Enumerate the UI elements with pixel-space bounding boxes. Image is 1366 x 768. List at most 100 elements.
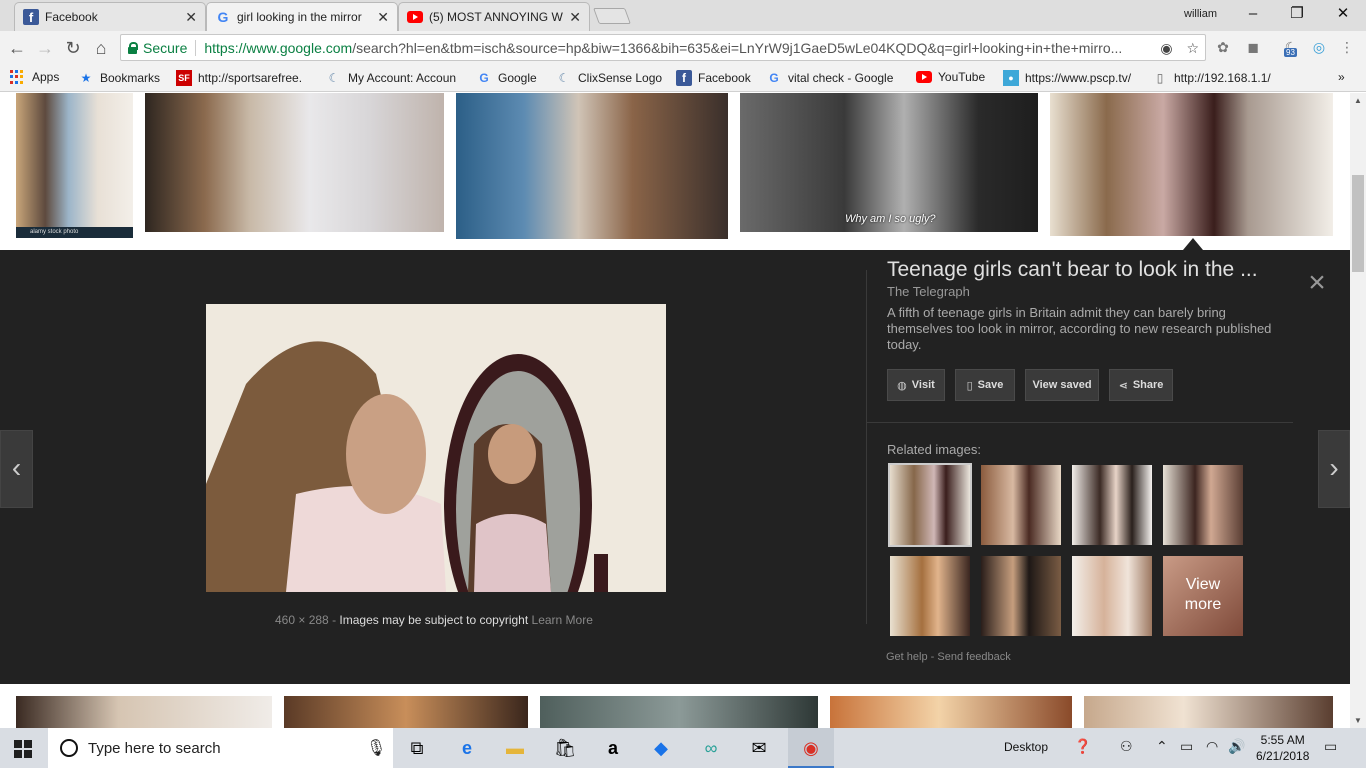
result-thumbnail[interactable] [456, 93, 728, 239]
bookmark-vital-check[interactable]: G vital check - Google [766, 70, 893, 86]
address-bar[interactable]: Secure https://www.google.com /search?hl… [120, 34, 1206, 61]
bookmark-bookmarks[interactable]: ★ Bookmarks [78, 70, 160, 86]
send-feedback-link[interactable]: Send feedback [937, 651, 1010, 663]
action-center-icon[interactable]: ▭ [1324, 738, 1337, 755]
next-image-button[interactable]: › [1318, 430, 1350, 508]
forward-icon[interactable]: → [34, 37, 56, 59]
related-image[interactable] [981, 556, 1061, 636]
bookmark-facebook[interactable]: f Facebook [676, 70, 751, 86]
back-icon[interactable]: ← [6, 37, 28, 59]
bookmark-youtube[interactable]: YouTube [916, 70, 985, 84]
dropbox-icon[interactable]: ◆ [648, 736, 674, 760]
scroll-up-icon[interactable]: ▲ [1354, 96, 1362, 105]
volume-icon[interactable]: 🔊 [1228, 738, 1245, 755]
mail-icon[interactable]: ✉ [746, 736, 772, 760]
result-thumbnail[interactable] [16, 93, 133, 238]
store-icon[interactable]: 🛍 [552, 736, 578, 760]
related-image[interactable] [981, 465, 1061, 545]
edge-icon[interactable]: e [454, 736, 480, 760]
bookmark-google[interactable]: G Google [476, 70, 536, 86]
extension-puzzle-icon[interactable]: ✿ [1214, 38, 1232, 56]
share-label: Share [1132, 379, 1164, 391]
result-thumbnail[interactable] [830, 696, 1072, 728]
menu-icon[interactable]: ⋮ [1338, 38, 1356, 56]
result-thumbnail[interactable] [740, 93, 1038, 232]
home-icon[interactable]: ⌂ [90, 37, 112, 59]
scroll-down-icon[interactable]: ▼ [1354, 716, 1362, 725]
bookmarks-overflow-button[interactable]: » [1338, 70, 1345, 84]
tab-youtube[interactable]: (5) MOST ANNOYING WI ✕ [398, 2, 590, 31]
location-icon[interactable]: ◉ [1160, 40, 1172, 56]
tab-facebook[interactable]: f Facebook ✕ [14, 2, 206, 31]
result-thumbnail[interactable] [145, 93, 444, 232]
footer-separator: - [930, 651, 935, 663]
view-saved-button[interactable]: View saved [1025, 369, 1099, 401]
help-icon[interactable]: ❓ [1074, 738, 1091, 755]
result-title[interactable]: Teenage girls can't bear to look in the … [887, 258, 1258, 282]
close-icon[interactable]: ✕ [377, 9, 389, 26]
infinity-icon[interactable]: ∞ [698, 736, 724, 760]
visit-button[interactable]: ◍ Visit [887, 369, 945, 401]
minimize-icon[interactable]: – [1238, 4, 1268, 24]
visit-label: Visit [911, 379, 935, 391]
related-image[interactable] [1072, 465, 1152, 545]
file-explorer-icon[interactable]: ▬ [502, 736, 528, 760]
close-panel-icon[interactable]: × [1304, 268, 1330, 298]
result-thumbnail[interactable] [1084, 696, 1333, 728]
system-clock[interactable]: 5:55 AM 6/21/2018 [1256, 732, 1309, 764]
bookmark-my-account[interactable]: ☾ My Account: Accoun [326, 70, 456, 86]
sf-icon: SF [176, 70, 192, 86]
related-image[interactable] [1163, 465, 1243, 545]
share-button[interactable]: ⋖ Share [1109, 369, 1173, 401]
bookmarks-bar: Apps ★ Bookmarks SF http://sportsarefree… [0, 64, 1366, 92]
reload-icon[interactable]: ↻ [62, 37, 84, 59]
result-thumbnail[interactable] [540, 696, 818, 728]
save-button[interactable]: ▯ Save [955, 369, 1015, 401]
learn-more-link[interactable]: Learn More [532, 613, 593, 627]
view-more-button[interactable]: View more [1163, 556, 1243, 636]
bookmark-star-icon[interactable]: ☆ [1186, 40, 1199, 56]
desktop-toolbar-label[interactable]: Desktop [1004, 740, 1048, 754]
taskbar-search[interactable]: Type here to search 🎙 [48, 728, 393, 768]
related-image[interactable] [888, 463, 972, 547]
new-tab-button[interactable] [593, 8, 631, 24]
result-thumbnail[interactable] [284, 696, 528, 728]
profile-name[interactable]: william [1184, 8, 1217, 20]
scrollbar-thumb[interactable] [1352, 175, 1364, 272]
result-source[interactable]: The Telegraph [887, 284, 970, 299]
task-view-icon[interactable]: ⧉ [404, 736, 430, 760]
wifi-icon[interactable]: ◠ [1206, 738, 1218, 755]
bookmark-sportsarefree[interactable]: SF http://sportsarefree. [176, 70, 302, 86]
google-icon: G [479, 71, 489, 85]
show-hidden-icons[interactable]: ⌃ [1156, 738, 1168, 755]
preview-image[interactable] [206, 304, 666, 592]
result-thumbnail[interactable] [16, 696, 272, 728]
amazon-icon[interactable]: a [600, 736, 626, 760]
microphone-icon[interactable]: 🎙 [366, 738, 386, 758]
related-image[interactable] [890, 556, 970, 636]
get-help-link[interactable]: Get help [886, 651, 928, 663]
bookmark-label: http://sportsarefree. [198, 71, 303, 85]
bookmark-clixsense-logo[interactable]: ☾ ClixSense Logo [556, 70, 662, 86]
lock-icon [127, 41, 138, 54]
result-thumbnail-selected[interactable] [1050, 93, 1333, 236]
bookmark-apps[interactable]: Apps [10, 70, 59, 84]
related-image[interactable] [1072, 556, 1152, 636]
bookmark-router[interactable]: ▯ http://192.168.1.1/ [1152, 70, 1271, 86]
tab-google-images[interactable]: G girl looking in the mirror ✕ [206, 2, 398, 31]
close-icon[interactable]: ✕ [569, 9, 581, 26]
tab-title: girl looking in the mirror [237, 10, 362, 24]
close-icon[interactable]: ✕ [185, 9, 197, 26]
people-icon[interactable]: ⚇ [1120, 738, 1133, 755]
extension-record-icon[interactable]: ◼ [1244, 38, 1262, 56]
view-more-label-1: View [1185, 576, 1221, 593]
close-window-icon[interactable]: ✕ [1328, 4, 1358, 24]
chrome-icon[interactable]: ◉ [798, 736, 824, 760]
windows-start-icon[interactable] [14, 740, 32, 758]
maximize-icon[interactable]: ❐ [1282, 4, 1312, 24]
bookmark-label: http://192.168.1.1/ [1174, 71, 1271, 85]
extension-cycle-icon[interactable]: ◎ [1310, 38, 1328, 56]
battery-icon[interactable]: ▭ [1180, 738, 1193, 755]
bookmark-pscp[interactable]: ● https://www.pscp.tv/ [1003, 70, 1131, 86]
previous-image-button[interactable]: ‹ [0, 430, 33, 508]
